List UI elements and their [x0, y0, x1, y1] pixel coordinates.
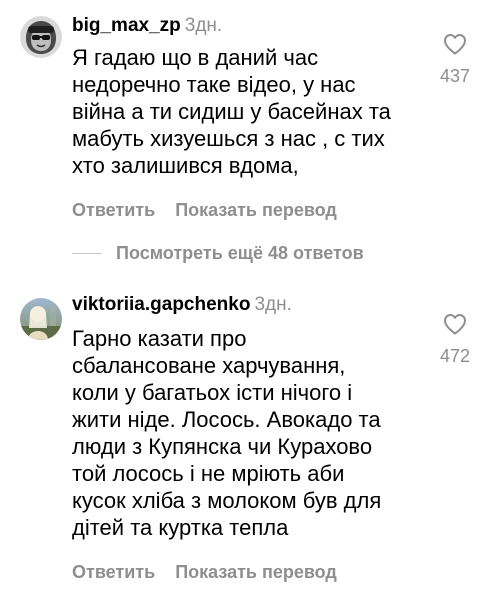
heart-outline-icon[interactable] [443, 313, 467, 335]
comment-line: кусок хліба з молоком був для [72, 488, 382, 513]
comment-line: війна а ти сидиш у басейнах та [72, 99, 391, 124]
comment-time: 3дн. [184, 15, 223, 36]
avatar[interactable] [20, 16, 62, 58]
comment-line: дітей та куртка тепла [72, 515, 289, 540]
comment-username[interactable]: big_max_zp [72, 15, 181, 36]
view-more-replies-label: Посмотреть ещё 48 ответов [116, 243, 364, 263]
like-count: 472 [439, 346, 471, 366]
comment-header: big_max_zp 3дн. [72, 14, 222, 38]
avatar[interactable] [20, 298, 62, 340]
view-more-replies-button[interactable]: Посмотреть ещё 48 ответов [72, 241, 364, 265]
comment-line: сбалансоване харчування, [72, 353, 346, 378]
comment-text: Я гадаю що в даний час недоречно таке ві… [72, 44, 412, 179]
show-translation-button[interactable]: Показать перевод [175, 200, 337, 220]
comment-line: хто залишився вдома, [72, 153, 299, 178]
replies-divider [72, 252, 102, 254]
avatar-image-lion [20, 16, 62, 58]
comment-header: viktoriia.gapchenko 3дн. [72, 293, 292, 317]
comment-actions: Ответить Показать перевод [72, 199, 337, 221]
comment-line: мабуть хизуешься з нас , с тих [72, 126, 385, 151]
comment: big_max_zp 3дн. Я гадаю що в даний час не… [0, 0, 495, 230]
comment-time: 3дн. [254, 294, 292, 315]
like-control: 472 [431, 313, 479, 367]
comment-line: недоречно таке відео, у нас [72, 72, 356, 97]
comment-text: Гарно казати про сбалансоване харчування… [72, 325, 412, 541]
heart-outline-icon[interactable] [443, 33, 467, 55]
comment-line: люди з Купянска чи Курахово [72, 434, 373, 459]
comment-line: коли у багатьох істи нічого і [72, 380, 353, 405]
reply-button[interactable]: Ответить [72, 562, 155, 582]
comment-line: Я гадаю що в даний час [72, 45, 319, 70]
comment: viktoriia.gapchenko 3дн. Гарно казати про… [0, 285, 495, 600]
comment-line: жити ніде. Лосось. Авокадо та [72, 407, 381, 432]
comment-line: Гарно казати про [72, 326, 247, 351]
comment-line: той лосось і не мріють аби [72, 461, 345, 486]
like-control: 437 [431, 33, 479, 87]
reply-button[interactable]: Ответить [72, 200, 155, 220]
like-count: 437 [439, 66, 471, 86]
show-translation-button[interactable]: Показать перевод [175, 562, 337, 582]
comment-actions: Ответить Показать перевод [72, 561, 337, 583]
comment-username[interactable]: viktoriia.gapchenko [72, 294, 250, 315]
avatar-image-photo [20, 298, 62, 340]
